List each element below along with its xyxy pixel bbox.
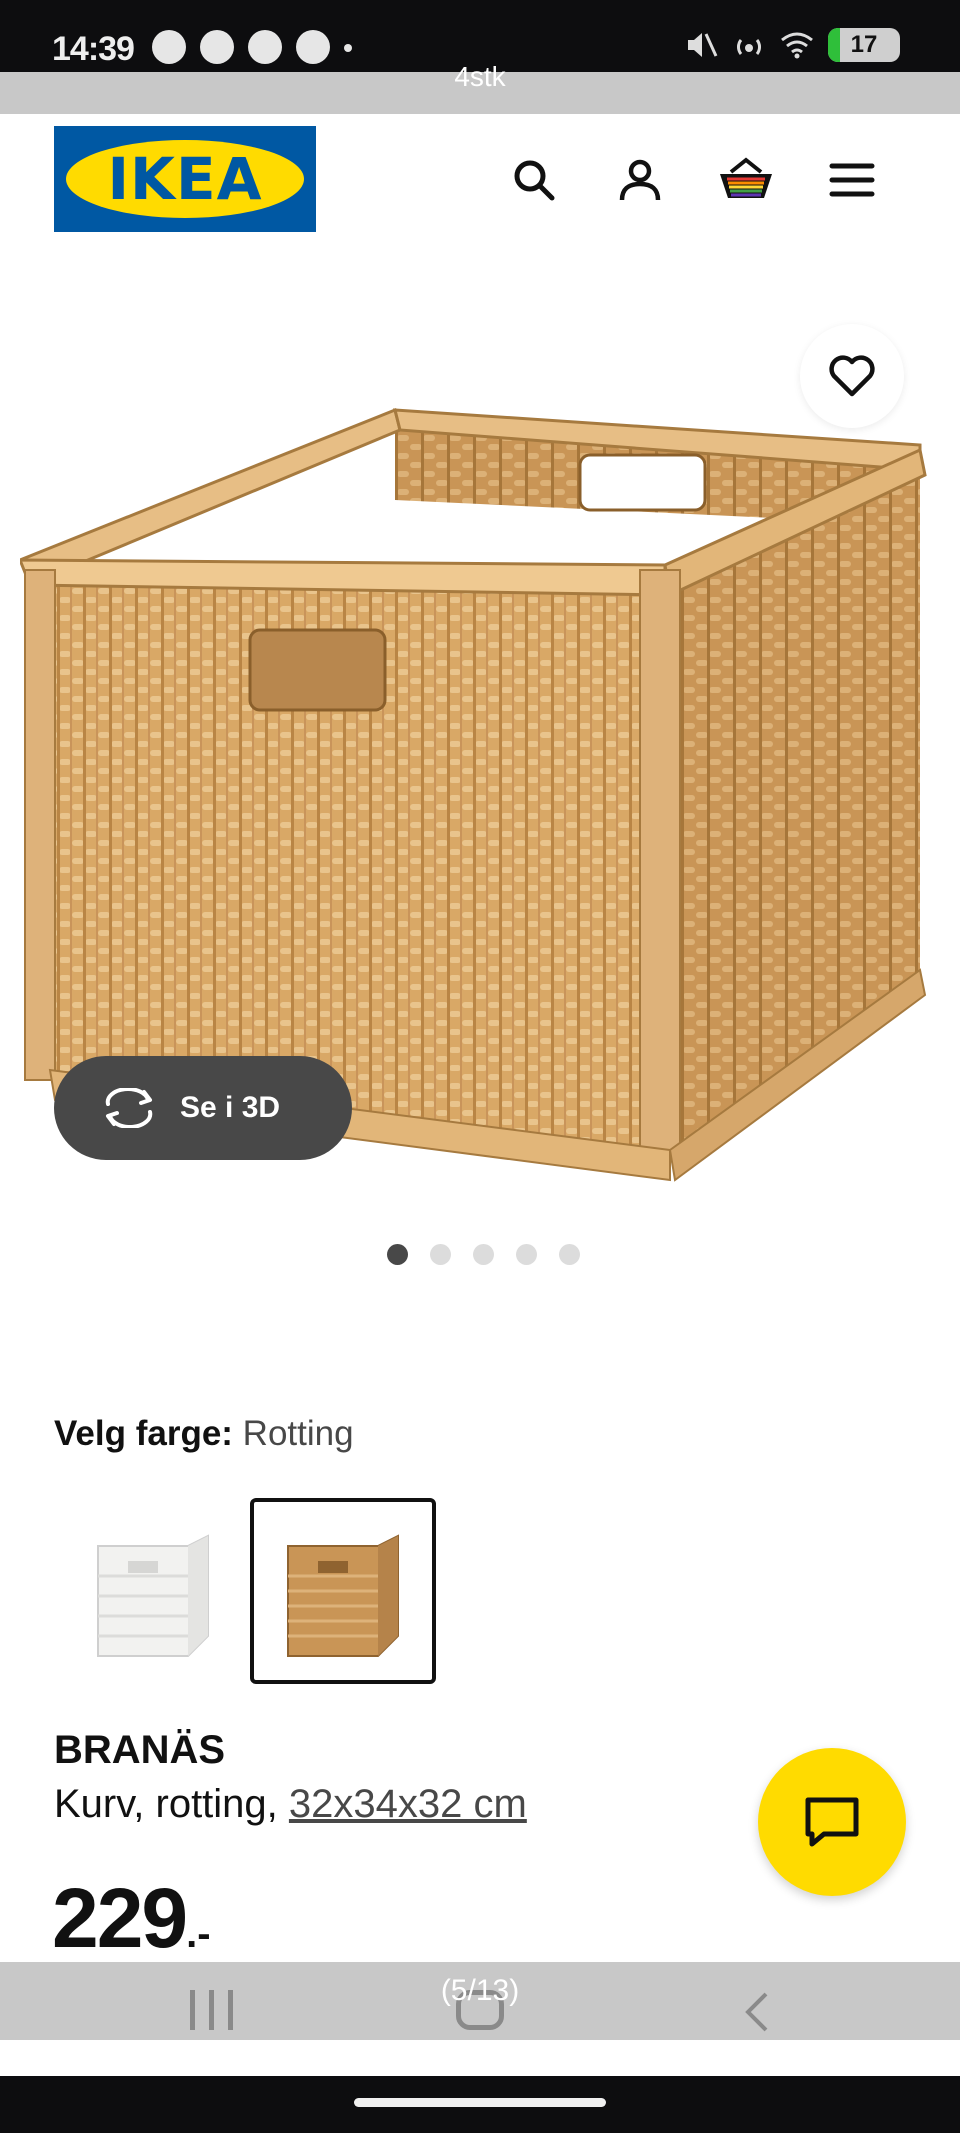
gallery-dot[interactable] (429, 1244, 451, 1265)
price-suffix: .- (186, 1912, 211, 1956)
product-price: 229.- (52, 1870, 211, 1962)
see-in-3d-label: Se i 3D (180, 1091, 281, 1124)
see-in-3d-button[interactable]: Se i 3D (54, 1056, 352, 1160)
hotspot-icon (736, 39, 762, 55)
product-page: IKEA Se i 3D Velg farge: Rotting BRANÄS … (0, 114, 960, 1962)
heart-icon (829, 355, 875, 397)
status-time: 14:39 (52, 30, 135, 68)
color-option-white[interactable] (60, 1498, 246, 1684)
battery-level: 17 (850, 31, 878, 58)
gallery-dot[interactable] (472, 1244, 494, 1265)
more-notifications-icon (344, 44, 352, 52)
gallery-pagination (0, 1244, 960, 1265)
gallery-dot[interactable] (386, 1244, 408, 1265)
bottom-spacer (0, 2040, 960, 2076)
notification-icon (152, 30, 186, 64)
snapchat-icon (296, 30, 330, 64)
logo-text: IKEA (107, 145, 263, 213)
capture-overlay-top: 4stk (0, 63, 960, 114)
gesture-handle[interactable] (354, 2098, 606, 2107)
site-header: IKEA (0, 114, 960, 244)
selected-color-value: Rotting (242, 1414, 354, 1453)
color-selector-label: Velg farge: Rotting (54, 1414, 354, 1454)
search-icon[interactable] (504, 150, 564, 210)
ikea-logo[interactable]: IKEA (54, 126, 316, 232)
product-name: BRANÄS (54, 1728, 226, 1772)
menu-icon[interactable] (822, 150, 882, 210)
price-value: 229 (52, 1871, 188, 1962)
color-option-rattan[interactable] (250, 1498, 436, 1684)
wifi-icon (781, 32, 813, 59)
notification-icons (152, 30, 352, 64)
product-type: Kurv, rotting, (54, 1782, 289, 1826)
chat-icon (805, 1797, 859, 1847)
page-indicator: (5/13) (440, 1974, 520, 2007)
gallery-dot[interactable] (515, 1244, 537, 1265)
gallery-dot[interactable] (558, 1244, 580, 1265)
system-nav-bar: (5/13) (0, 1962, 960, 2040)
messenger-icon (200, 30, 234, 64)
overlay-label: 4stk (454, 61, 506, 92)
mute-icon (688, 33, 718, 57)
whatsapp-icon (248, 30, 282, 64)
product-size-link[interactable]: 32x34x32 cm (289, 1782, 527, 1826)
chat-button[interactable] (758, 1748, 906, 1896)
rotate-3d-icon (105, 1088, 153, 1128)
color-label-prefix: Velg farge: (54, 1414, 243, 1453)
gesture-bar (0, 2076, 960, 2133)
favorite-button[interactable] (800, 324, 904, 428)
basket-icon[interactable] (716, 150, 776, 210)
product-description: Kurv, rotting, 32x34x32 cm (54, 1782, 527, 1827)
account-icon[interactable] (610, 150, 670, 210)
battery-icon: 17 (828, 28, 900, 62)
